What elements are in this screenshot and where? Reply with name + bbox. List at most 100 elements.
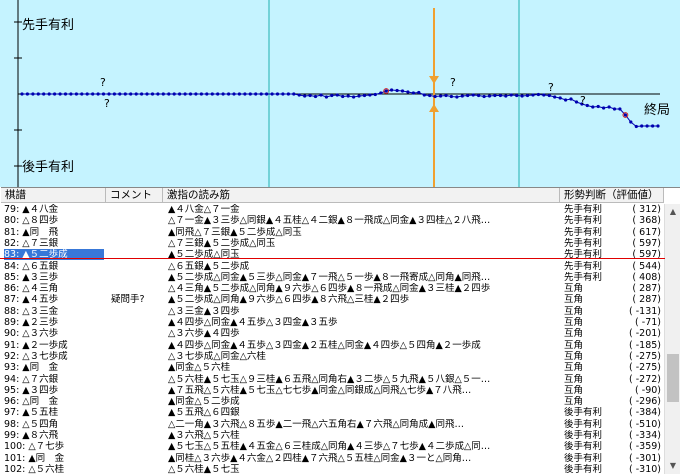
question-mark-1: ? — [100, 76, 106, 89]
evaluation-point — [460, 94, 464, 98]
evaluation-point — [85, 92, 89, 96]
evaluation-point — [487, 94, 492, 98]
pv-cell: ▲４八金△７一金 — [168, 204, 240, 215]
pv-cell: ▲同飛△７三銀▲５二歩成△同玉 — [168, 226, 302, 238]
eval-cell: 後手有利 — [564, 463, 603, 475]
score-cell: ( -334) — [629, 430, 661, 441]
pv-cell: △６五銀▲５二歩成 — [168, 260, 250, 272]
table-row[interactable]: 86: △４三角 △４三角▲５二歩成△同角▲９六歩△６四歩▲８一飛成△同金▲３三桂… — [1, 283, 664, 294]
eval-cell: 先手有利 — [564, 237, 603, 249]
eval-cell: 先手有利 — [564, 204, 603, 215]
column-header-comment[interactable]: コメント — [106, 188, 163, 203]
evaluation-point — [20, 92, 24, 96]
table-row[interactable]: 82: △７三銀 △７三銀▲５二歩成△同玉 先手有利 ( 597) — [1, 238, 664, 249]
evaluation-point — [602, 106, 606, 110]
evaluation-point — [346, 94, 350, 98]
evaluation-point — [47, 92, 51, 96]
score-cell: ( -301) — [629, 452, 661, 464]
eval-cell: 互角 — [564, 339, 584, 351]
current-position-line — [0, 258, 665, 259]
table-row[interactable]: 90: △３六歩 △３六歩▲４四歩 互角 ( -201) — [1, 328, 664, 339]
evaluation-point — [199, 92, 203, 96]
eval-cell: 互角 — [564, 373, 584, 385]
table-row[interactable]: 99: ▲８六飛 ▲３六飛△５六桂 後手有利 ( -334) — [1, 430, 664, 441]
evaluation-point — [574, 100, 579, 104]
pv-cell: ▲同金△５六桂 — [168, 362, 231, 374]
move-cell: 85: ▲３三歩 — [4, 271, 59, 283]
evaluation-point — [140, 92, 144, 96]
evaluation-point — [477, 93, 481, 98]
score-cell: ( 617) — [632, 226, 661, 238]
column-header-eval[interactable]: 形勢判断（評価値） — [560, 188, 664, 203]
eval-cell: 後手有利 — [564, 407, 603, 419]
evaluation-point — [69, 92, 73, 96]
scroll-down-icon[interactable]: ▼ — [665, 458, 680, 474]
evaluation-point — [618, 107, 622, 111]
table-row[interactable]: 102: △５六桂 △５六桂▲５七玉 後手有利 ( -310) — [1, 464, 664, 475]
question-mark-5: ? — [580, 94, 586, 107]
table-row[interactable]: 95: ▲３四歩 ▲７五飛△５六桂▲５七玉△七七歩▲同金△同銀成△同飛△七歩▲７八… — [1, 385, 664, 396]
table-row[interactable]: 91: ▲２一歩成 ▲４四歩△同金▲４五歩△３四金▲２五桂△同金▲４四歩△５四角▲… — [1, 340, 664, 351]
evaluation-point — [308, 93, 312, 98]
evaluation-graph[interactable]: 先手有利 後手有利 終局 ? ? ? ? ? — [0, 0, 680, 187]
table-row[interactable]: 88: △３三金 △３三金▲３四歩 互角 ( -131) — [1, 306, 664, 317]
column-header-kifu[interactable]: 棋譜 — [1, 188, 106, 203]
eval-cell: 後手有利 — [564, 430, 603, 441]
evaluation-point — [248, 92, 252, 96]
evaluation-point — [352, 95, 356, 99]
evaluation-point — [145, 92, 149, 96]
evaluation-point — [520, 94, 524, 98]
evaluation-point — [558, 96, 562, 100]
vertical-scrollbar[interactable]: ▲ ▼ — [664, 204, 680, 474]
table-row[interactable]: 93: ▲同 金 ▲同金△５六桂 互角 ( -275) — [1, 362, 664, 373]
table-row[interactable]: 85: ▲３三歩 ▲５二歩成△同金▲５三歩△同金▲７一飛△５一歩▲８一飛寄成△同角… — [1, 272, 664, 283]
score-cell: ( 287) — [632, 294, 661, 306]
question-mark-3: ? — [450, 76, 456, 89]
evaluation-point — [379, 91, 383, 95]
evaluation-point — [112, 92, 116, 96]
pv-cell: ▲３六飛△５六桂 — [168, 430, 240, 441]
table-row[interactable]: 84: △６五銀 △６五銀▲５二歩成 先手有利 ( 544) — [1, 261, 664, 272]
evaluation-point — [384, 89, 388, 93]
score-cell: ( -275) — [629, 362, 661, 374]
move-cell: 94: △７六銀 — [4, 373, 59, 385]
table-row[interactable]: 100: △７七歩 ▲５七玉△５五桂▲４五金△６三桂成△同角▲４三歩△７七歩▲４二… — [1, 441, 664, 452]
gote-advantage-label: 後手有利 — [22, 160, 75, 175]
evaluation-point — [324, 95, 328, 99]
evaluation-point — [80, 92, 84, 96]
table-row[interactable]: 101: ▲同 金 ▲同桂△３六歩▲４六金△２四桂▲７六飛△５五桂△同金▲３一と△… — [1, 453, 664, 464]
evaluation-point — [362, 93, 367, 98]
kifu-grid[interactable]: 棋譜 コメント 激指の読み筋 形勢判断（評価値） 79: ▲４八金 ▲４八金△７一… — [1, 187, 680, 475]
evaluation-point — [275, 92, 280, 96]
table-row[interactable]: 80: △８四歩 △７一金▲３三歩△同銀▲４五桂△４二銀▲８一飛成△同金▲３四桂△… — [1, 215, 664, 226]
evaluation-graph-svg — [14, 0, 660, 187]
column-header-pv[interactable]: 激指の読み筋 — [163, 188, 560, 203]
table-row[interactable]: 97: ▲５五桂 ▲５五飛△６四銀 後手有利 ( -384) — [1, 407, 664, 418]
table-row[interactable]: 96: △同 金 ▲同金△５二歩成 互角 ( -296) — [1, 396, 664, 407]
table-row[interactable]: 94: △７六銀 △５六桂▲５七玉△９三桂▲６五飛△同角右▲３二歩△５九飛▲５八銀… — [1, 374, 664, 385]
move-cell: 97: ▲５五桂 — [4, 407, 59, 419]
evaluation-point — [232, 92, 236, 96]
table-row[interactable]: 89: ▲２三歩 ▲４四歩△同金▲４五歩△３四金▲３五歩 互角 ( -71) — [1, 317, 664, 328]
move-cell: 86: △４三角 — [4, 283, 59, 295]
table-row[interactable]: 81: ▲同 飛 ▲同飛△７三銀▲５二歩成△同玉 先手有利 ( 617) — [1, 227, 664, 238]
evaluation-point — [357, 94, 361, 98]
move-cell: 91: ▲２一歩成 — [4, 339, 68, 351]
eval-cell: 先手有利 — [564, 215, 603, 227]
score-cell: ( -185) — [629, 339, 661, 351]
evaluation-point — [313, 94, 318, 99]
table-row[interactable]: 98: △５四角 △二一角▲３六飛△８五歩▲二一飛△六五角右▲７六飛△同角成▲同飛… — [1, 419, 664, 430]
table-row[interactable]: 92: △３七歩成 △３七歩成△同金△六桂 互角 ( -275) — [1, 351, 664, 362]
move-cell: 93: ▲同 金 — [4, 362, 59, 374]
score-cell: ( 597) — [632, 237, 661, 249]
evaluation-point — [123, 92, 127, 96]
evaluation-point — [433, 94, 437, 99]
evaluation-point — [531, 93, 535, 97]
table-row[interactable]: 87: ▲４五歩 疑問手? ▲５二歩成△同角▲９六歩△６四歩▲８六飛△三桂▲２四歩 互… — [1, 294, 664, 305]
table-row[interactable]: 79: ▲４八金 ▲４八金△７一金 先手有利 ( 312) — [1, 204, 664, 215]
evaluation-series-line — [22, 89, 658, 128]
evaluation-point — [449, 94, 453, 99]
scroll-up-icon[interactable]: ▲ — [665, 204, 680, 220]
scrollbar-thumb[interactable] — [667, 354, 679, 402]
evaluation-point — [319, 93, 323, 97]
